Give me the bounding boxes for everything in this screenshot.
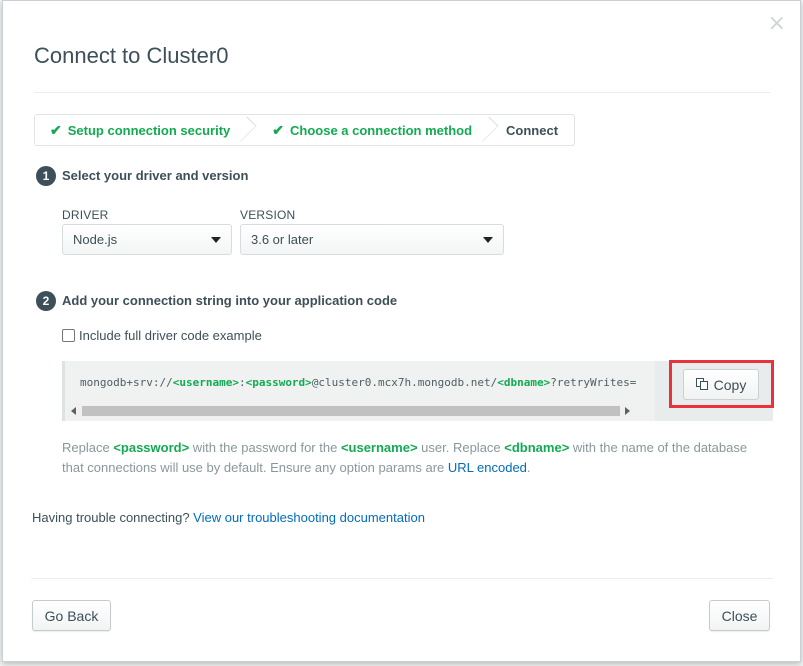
divider-bottom — [31, 578, 773, 579]
version-value: 3.6 or later — [251, 232, 314, 247]
connection-string-box: mongodb+srv://<username>:<password>@clus… — [62, 361, 773, 421]
connection-string[interactable]: mongodb+srv://<username>:<password>@clus… — [80, 376, 650, 389]
version-select[interactable]: 3.6 or later — [240, 224, 504, 255]
step-label: Connect — [506, 122, 559, 138]
step-setup-security[interactable]: ✔ Setup connection security — [35, 115, 257, 145]
step-number-badge: 1 — [36, 166, 56, 186]
scroll-left-icon[interactable] — [71, 407, 76, 415]
go-back-button[interactable]: Go Back — [32, 600, 111, 631]
driver-value: Node.js — [73, 232, 118, 247]
url-encoded-link[interactable]: URL encoded — [448, 460, 527, 475]
copy-label: Copy — [713, 376, 747, 393]
full-driver-code-option[interactable]: Include full driver code example — [62, 328, 262, 343]
close-icon[interactable]: × — [768, 13, 786, 35]
copy-icon — [695, 378, 709, 391]
driver-label: DRIVER — [62, 208, 109, 222]
close-button[interactable]: Close — [709, 600, 770, 631]
troubleshooting-text: Having trouble connecting? View our trou… — [32, 510, 425, 525]
caret-down-icon — [211, 237, 221, 243]
troubleshooting-link[interactable]: View our troubleshooting documentation — [193, 510, 425, 525]
scrollbar-thumb[interactable] — [82, 406, 620, 416]
step-label: Choose a connection method — [290, 122, 473, 138]
caret-down-icon — [483, 237, 493, 243]
horizontal-scrollbar[interactable] — [68, 404, 633, 417]
copy-button[interactable]: Copy — [683, 369, 759, 400]
step-number-badge: 2 — [36, 291, 56, 311]
step-connect[interactable]: Connect — [488, 115, 574, 145]
section-title-driver: Select your driver and version — [62, 168, 249, 183]
step-label: Setup connection security — [67, 122, 231, 138]
checkmark-icon: ✔ — [272, 121, 285, 138]
checkbox-label: Include full driver code example — [79, 328, 262, 343]
dialog-title: Connect to Cluster0 — [34, 43, 229, 68]
scroll-right-icon[interactable] — [625, 407, 630, 415]
full-driver-code-checkbox[interactable] — [62, 329, 75, 342]
checkmark-icon: ✔ — [50, 121, 62, 138]
section-title-connection-string: Add your connection string into your app… — [62, 293, 398, 308]
steps-breadcrumb: ✔ Setup connection security ✔ Choose a c… — [34, 114, 576, 146]
connection-instructions: Replace <password> with the password for… — [62, 440, 748, 475]
step-connection-method[interactable]: ✔ Choose a connection method — [246, 115, 499, 145]
version-label: VERSION — [240, 208, 296, 222]
driver-select[interactable]: Node.js — [62, 224, 232, 255]
divider-top — [34, 92, 770, 93]
